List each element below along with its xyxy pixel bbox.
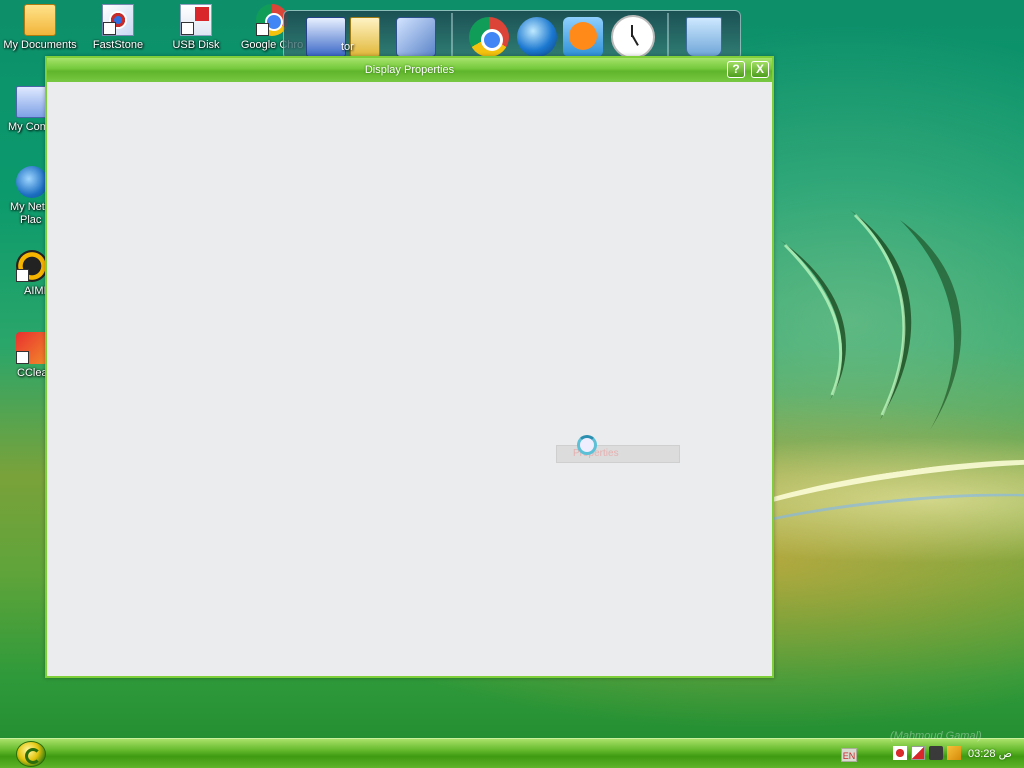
desktop-icon-label: FastStone bbox=[92, 39, 144, 51]
tray-usb-icon[interactable] bbox=[911, 746, 925, 760]
desktop-icon-ccleaner[interactable]: CClea bbox=[0, 332, 48, 380]
dock-separator bbox=[667, 13, 669, 57]
media-player-icon[interactable] bbox=[563, 17, 603, 57]
desktop-icon-my-computer[interactable]: My Com bbox=[0, 86, 49, 134]
application-dock: tor bbox=[283, 10, 741, 60]
clock-icon[interactable] bbox=[611, 15, 655, 59]
desktop-icon-usb-disk[interactable]: USB Disk bbox=[156, 4, 236, 52]
window-content-area: Properties bbox=[47, 82, 772, 676]
tray-security-icon[interactable] bbox=[893, 746, 907, 760]
close-button[interactable]: X bbox=[751, 61, 769, 78]
chrome-icon[interactable] bbox=[469, 17, 509, 57]
language-indicator[interactable]: EN bbox=[841, 748, 857, 762]
desktop-icon-my-network-places[interactable]: My Net Plac bbox=[0, 166, 48, 227]
disk-icon[interactable] bbox=[396, 17, 436, 57]
desktop-icon-label: My Documents bbox=[3, 39, 77, 51]
globe-icon[interactable] bbox=[517, 17, 557, 57]
desktop-icon-label: USB Disk bbox=[172, 39, 220, 51]
ccleaner-icon bbox=[16, 332, 48, 364]
desktop-icon-label: My Net bbox=[10, 201, 45, 213]
desktop-icon-label: My Com bbox=[8, 121, 49, 133]
desktop: { "desktop": { "icons": [ {"label": "My … bbox=[0, 0, 1024, 768]
busy-spinner-icon bbox=[577, 435, 597, 455]
start-button[interactable] bbox=[16, 741, 46, 767]
faststone-icon bbox=[102, 4, 134, 36]
display-properties-window: Display Properties ? X Properties bbox=[45, 56, 774, 678]
dock-partial-label: tor bbox=[341, 41, 354, 53]
window-titlebar[interactable]: Display Properties ? X bbox=[47, 58, 772, 82]
desktop-icon-faststone[interactable]: FastStone bbox=[78, 4, 158, 52]
my-documents-icon[interactable] bbox=[350, 17, 380, 57]
help-button[interactable]: ? bbox=[727, 61, 745, 78]
taskbar-clock[interactable]: 03:28 ص bbox=[968, 747, 1012, 760]
network-icon bbox=[16, 166, 48, 198]
desktop-icon-label: Plac bbox=[20, 214, 42, 226]
folder-icon bbox=[24, 4, 56, 36]
taskbar: EN 03:28 ص bbox=[0, 738, 1024, 768]
tray-power-icon[interactable] bbox=[947, 746, 961, 760]
wallpaper-watermark: (Mahmoud Gamal) bbox=[890, 730, 982, 742]
window-title: Display Properties bbox=[364, 64, 455, 76]
dock-separator bbox=[451, 13, 453, 57]
desktop-icon-my-documents[interactable]: My Documents bbox=[0, 4, 80, 52]
desktop-icon-label: CClea bbox=[17, 367, 48, 379]
recycle-bin-icon[interactable] bbox=[686, 17, 722, 57]
desktop-icon-aimp[interactable]: AIMI bbox=[0, 250, 48, 298]
wallpaper-swoosh bbox=[780, 210, 962, 430]
tray-network-icon[interactable] bbox=[929, 746, 943, 760]
desktop-icon-label: AIMI bbox=[24, 285, 47, 297]
loading-indicator: Properties bbox=[556, 445, 680, 463]
my-computer-icon[interactable] bbox=[306, 17, 346, 57]
usb-disk-icon bbox=[180, 4, 212, 36]
computer-icon bbox=[16, 86, 48, 118]
aimp-icon bbox=[16, 250, 48, 282]
